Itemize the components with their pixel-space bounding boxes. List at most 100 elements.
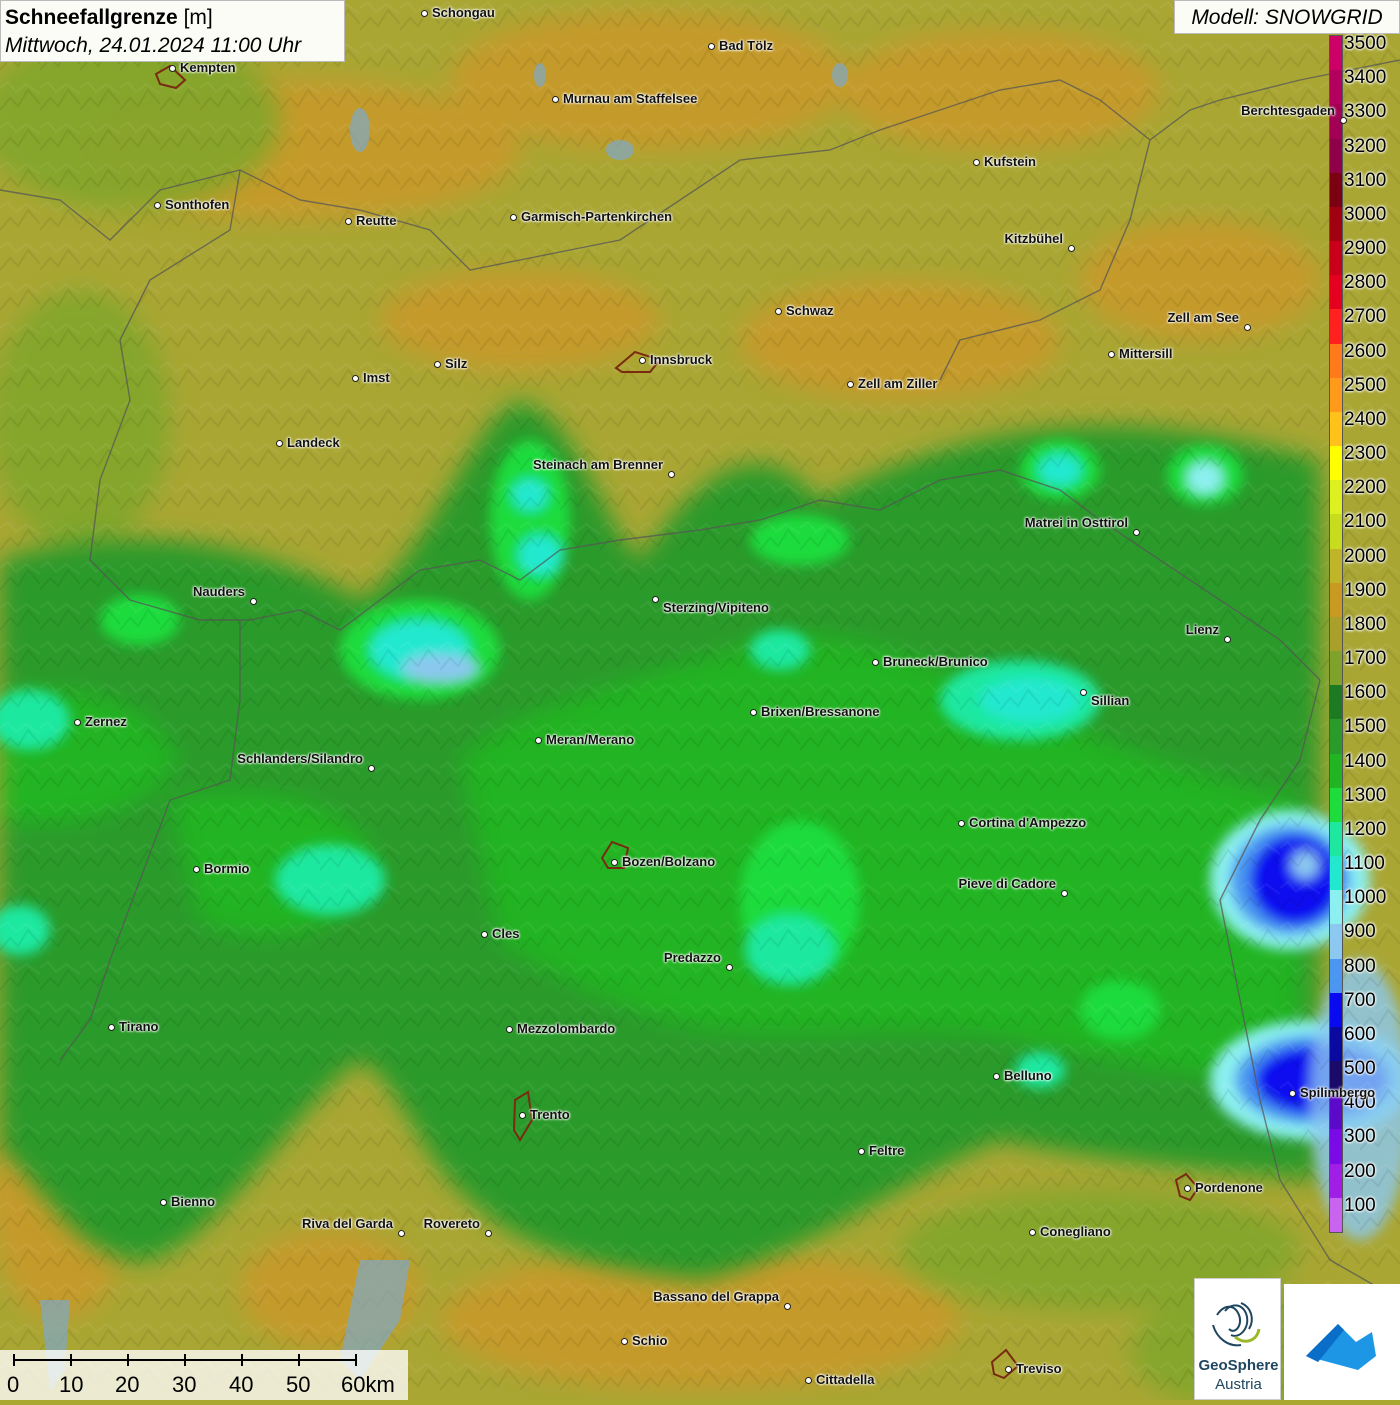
city-label-rovereto[interactable]: Rovereto (424, 1217, 480, 1231)
city-label-bad-t-lz[interactable]: Bad Tölz (719, 39, 773, 53)
city-label-silz[interactable]: Silz (445, 357, 467, 371)
city-label-conegliano[interactable]: Conegliano (1040, 1225, 1111, 1239)
city-label-lienz[interactable]: Lienz (1186, 623, 1219, 637)
city-marker-innsbruck[interactable] (638, 356, 646, 364)
city-label-reutte[interactable]: Reutte (356, 214, 396, 228)
city-marker-kufstein[interactable] (972, 158, 980, 166)
city-label-bormio[interactable]: Bormio (204, 862, 250, 876)
city-marker-trento[interactable] (518, 1111, 526, 1119)
city-label-mittersill[interactable]: Mittersill (1119, 347, 1172, 361)
city-label-kitzb-hel[interactable]: Kitzbühel (1005, 232, 1064, 246)
city-label-matrei-in-osttirol[interactable]: Matrei in Osttirol (1025, 516, 1128, 530)
city-marker-murnau-am-staffelsee[interactable] (551, 95, 559, 103)
city-label-murnau-am-staffelsee[interactable]: Murnau am Staffelsee (563, 92, 697, 106)
city-label-schwaz[interactable]: Schwaz (786, 304, 834, 318)
city-label-trento[interactable]: Trento (530, 1108, 570, 1122)
city-marker-mittersill[interactable] (1107, 350, 1115, 358)
snow-app-logo[interactable] (1284, 1284, 1400, 1400)
city-label-belluno[interactable]: Belluno (1004, 1069, 1052, 1083)
city-label-schio[interactable]: Schio (632, 1334, 667, 1348)
city-label-berchtesgaden[interactable]: Berchtesgaden (1241, 104, 1335, 118)
city-label-schlanders-silandro[interactable]: Schlanders/Silandro (237, 752, 363, 766)
city-marker-cles[interactable] (480, 930, 488, 938)
city-marker-bassano-del-grappa[interactable] (783, 1302, 791, 1310)
city-label-riva-del-garda[interactable]: Riva del Garda (302, 1217, 393, 1231)
city-marker-bormio[interactable] (192, 865, 200, 873)
city-label-garmisch-partenkirchen[interactable]: Garmisch-Partenkirchen (521, 210, 672, 224)
city-marker-sterzing-vipiteno[interactable] (651, 595, 659, 603)
city-marker-landeck[interactable] (275, 439, 283, 447)
city-marker-conegliano[interactable] (1028, 1228, 1036, 1236)
city-marker-spilimbergo[interactable] (1288, 1089, 1296, 1097)
city-label-bruneck-brunico[interactable]: Bruneck/Brunico (883, 655, 988, 669)
city-label-kempten[interactable]: Kempten (180, 61, 236, 75)
city-marker-bienno[interactable] (159, 1198, 167, 1206)
city-marker-kitzb-hel[interactable] (1067, 244, 1075, 252)
city-marker-feltre[interactable] (857, 1147, 865, 1155)
city-label-meran-merano[interactable]: Meran/Merano (546, 733, 634, 747)
city-marker-cittadella[interactable] (804, 1376, 812, 1384)
city-label-sonthofen[interactable]: Sonthofen (165, 198, 229, 212)
city-label-innsbruck[interactable]: Innsbruck (650, 353, 712, 367)
city-marker-matrei-in-osttirol[interactable] (1132, 528, 1140, 536)
city-label-zernez[interactable]: Zernez (85, 715, 127, 729)
city-label-tirano[interactable]: Tirano (119, 1020, 159, 1034)
city-label-kufstein[interactable]: Kufstein (984, 155, 1036, 169)
city-marker-mezzolombardo[interactable] (505, 1025, 513, 1033)
city-marker-silz[interactable] (433, 360, 441, 368)
city-marker-zell-am-see[interactable] (1243, 323, 1251, 331)
city-marker-riva-del-garda[interactable] (397, 1229, 405, 1237)
city-marker-schio[interactable] (620, 1337, 628, 1345)
city-marker-berchtesgaden[interactable] (1339, 116, 1347, 124)
city-marker-zernez[interactable] (73, 718, 81, 726)
city-label-bassano-del-grappa[interactable]: Bassano del Grappa (653, 1290, 779, 1304)
city-label-predazzo[interactable]: Predazzo (664, 951, 721, 965)
city-marker-schlanders-silandro[interactable] (367, 764, 375, 772)
city-label-zell-am-see[interactable]: Zell am See (1167, 311, 1239, 325)
city-marker-cortina-d-ampezzo[interactable] (957, 819, 965, 827)
city-label-sillian[interactable]: Sillian (1091, 694, 1129, 708)
city-label-cles[interactable]: Cles (492, 927, 519, 941)
city-marker-steinach-am-brenner[interactable] (667, 470, 675, 478)
city-label-feltre[interactable]: Feltre (869, 1144, 904, 1158)
city-marker-bozen-bolzano[interactable] (610, 858, 618, 866)
city-label-bienno[interactable]: Bienno (171, 1195, 215, 1209)
city-label-steinach-am-brenner[interactable]: Steinach am Brenner (533, 458, 663, 472)
city-label-spilimbergo[interactable]: Spilimbergo (1300, 1086, 1375, 1100)
city-marker-tirano[interactable] (107, 1023, 115, 1031)
city-label-zell-am-ziller[interactable]: Zell am Ziller (858, 377, 937, 391)
city-marker-schwaz[interactable] (774, 307, 782, 315)
city-marker-bruneck-brunico[interactable] (871, 658, 879, 666)
city-label-pieve-di-cadore[interactable]: Pieve di Cadore (958, 877, 1056, 891)
city-label-cittadella[interactable]: Cittadella (816, 1373, 875, 1387)
city-marker-pieve-di-cadore[interactable] (1060, 889, 1068, 897)
city-marker-imst[interactable] (351, 374, 359, 382)
city-marker-sillian[interactable] (1079, 688, 1087, 696)
city-label-bozen-bolzano[interactable]: Bozen/Bolzano (622, 855, 715, 869)
city-label-cortina-d-ampezzo[interactable]: Cortina d'Ampezzo (969, 816, 1086, 830)
city-marker-belluno[interactable] (992, 1072, 1000, 1080)
city-label-imst[interactable]: Imst (363, 371, 390, 385)
city-label-pordenone[interactable]: Pordenone (1195, 1181, 1263, 1195)
city-marker-kempten[interactable] (168, 64, 176, 72)
city-marker-reutte[interactable] (344, 217, 352, 225)
city-label-brixen-bressanone[interactable]: Brixen/Bressanone (761, 705, 880, 719)
city-marker-meran-merano[interactable] (534, 736, 542, 744)
city-marker-rovereto[interactable] (484, 1229, 492, 1237)
city-marker-treviso[interactable] (1004, 1365, 1012, 1373)
city-marker-brixen-bressanone[interactable] (749, 708, 757, 716)
city-marker-zell-am-ziller[interactable] (846, 380, 854, 388)
city-marker-schongau[interactable] (420, 9, 428, 17)
city-marker-lienz[interactable] (1223, 635, 1231, 643)
city-marker-pordenone[interactable] (1183, 1184, 1191, 1192)
city-marker-predazzo[interactable] (725, 963, 733, 971)
city-marker-garmisch-partenkirchen[interactable] (509, 213, 517, 221)
city-label-sterzing-vipiteno[interactable]: Sterzing/Vipiteno (663, 601, 769, 615)
city-label-schongau[interactable]: Schongau (432, 6, 495, 20)
geosphere-logo[interactable]: GeoSphere Austria (1194, 1278, 1281, 1400)
city-marker-sonthofen[interactable] (153, 201, 161, 209)
city-marker-bad-t-lz[interactable] (707, 42, 715, 50)
city-label-landeck[interactable]: Landeck (287, 436, 340, 450)
city-marker-nauders[interactable] (249, 597, 257, 605)
city-label-treviso[interactable]: Treviso (1016, 1362, 1062, 1376)
